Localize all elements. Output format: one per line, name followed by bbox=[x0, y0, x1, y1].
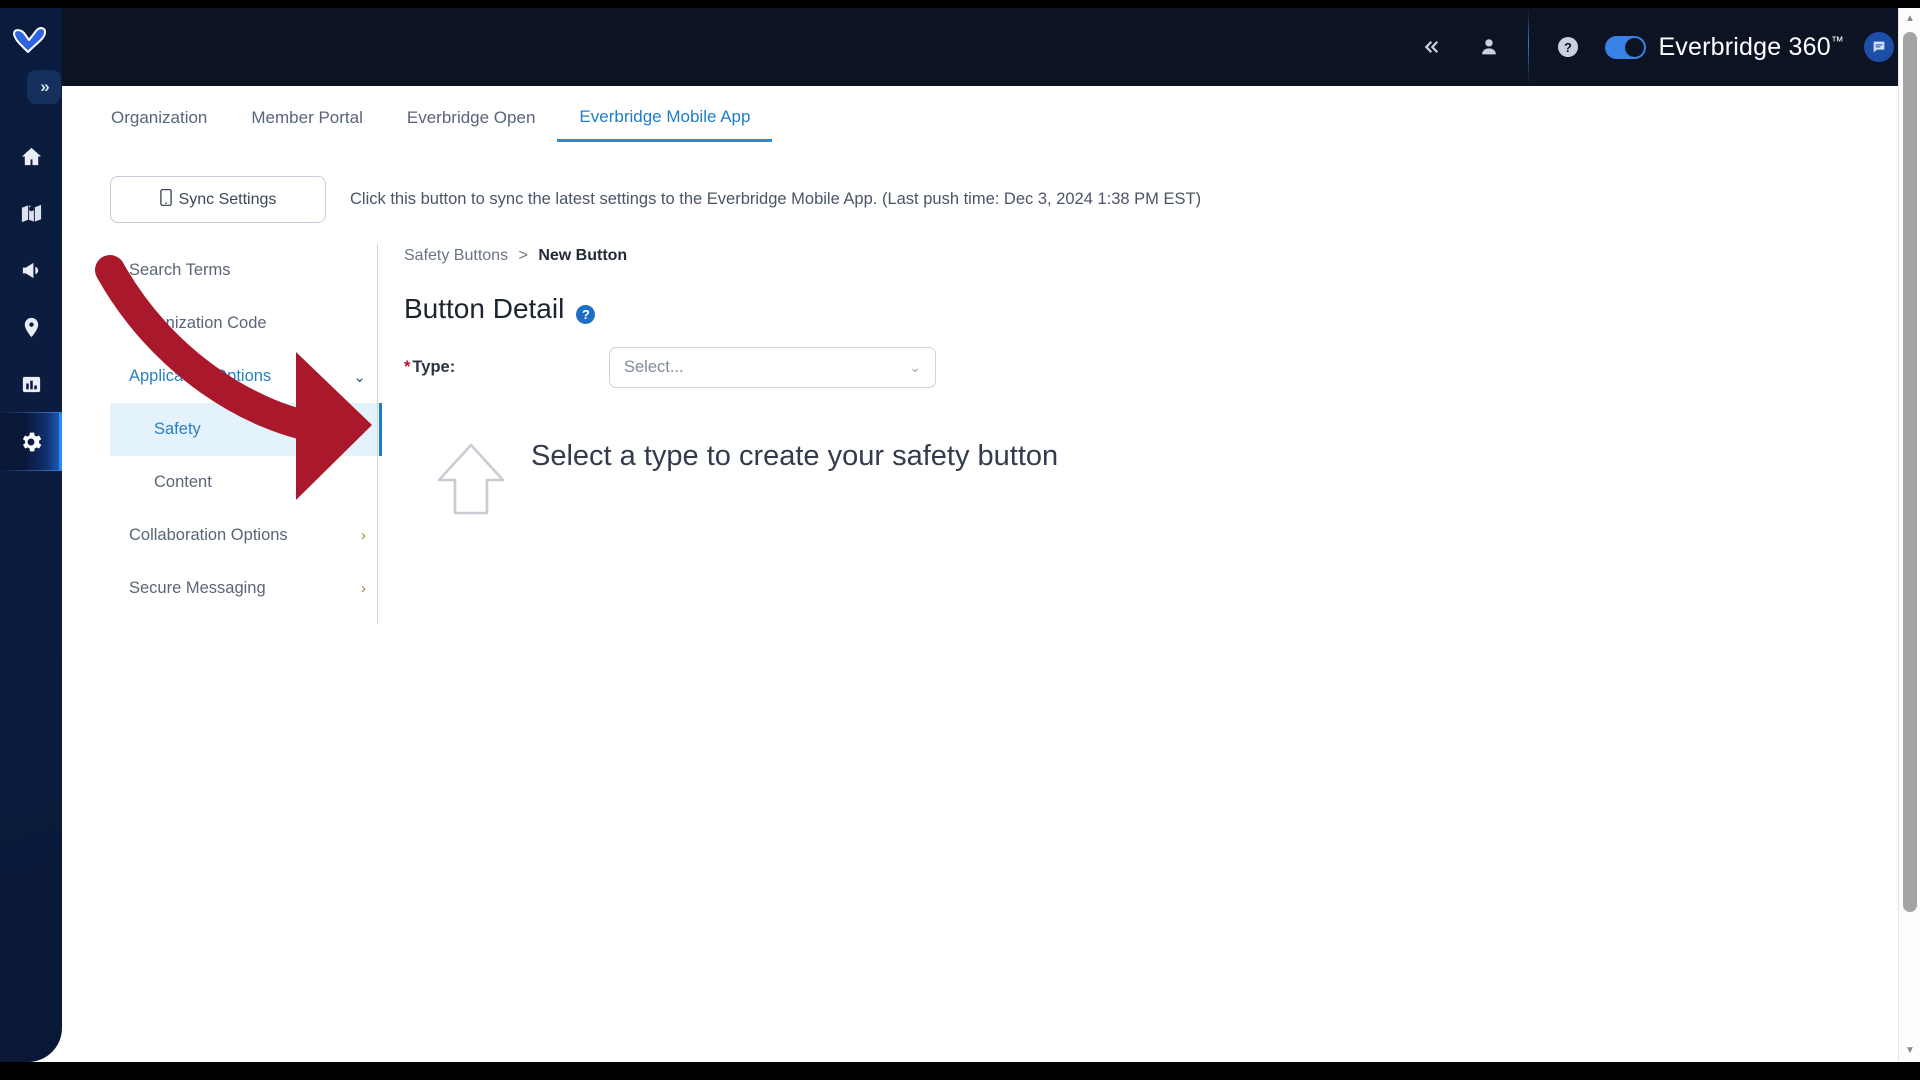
subnav-label: Safety bbox=[154, 420, 201, 438]
svg-text:?: ? bbox=[1564, 40, 1572, 55]
subnav-label: Application Options bbox=[129, 367, 272, 385]
breadcrumb: Safety Buttons > New Button bbox=[404, 244, 1900, 265]
scroll-up-arrow-icon[interactable]: ▲ bbox=[1899, 8, 1920, 28]
sync-settings-button[interactable]: Sync Settings bbox=[110, 176, 326, 223]
app-window: » ? Everbridge 360™ Organization Member … bbox=[0, 0, 1920, 1080]
sync-note-text: Click this button to sync the latest set… bbox=[350, 190, 1202, 208]
gear-icon[interactable] bbox=[0, 412, 62, 471]
window-bottom-border bbox=[0, 1062, 1920, 1080]
subnav-item-collaboration-options[interactable]: Collaboration Options › bbox=[110, 509, 382, 562]
scroll-down-arrow-icon[interactable]: ▼ bbox=[1899, 1040, 1920, 1060]
subnav-item-content[interactable]: Content bbox=[110, 456, 382, 509]
subnav-label: Secure Messaging bbox=[129, 579, 266, 597]
left-icon-rail: » bbox=[0, 8, 62, 1062]
content-column: Safety Buttons > New Button Button Detai… bbox=[404, 244, 1900, 523]
main-page: Organization Member Portal Everbridge Op… bbox=[62, 86, 1900, 1062]
map-icon[interactable] bbox=[0, 185, 62, 242]
type-select-placeholder: Select... bbox=[624, 358, 684, 376]
empty-state-hint-text: Select a type to create your safety butt… bbox=[531, 440, 1059, 472]
breadcrumb-current: New Button bbox=[538, 247, 628, 264]
section-header: Button Detail ? bbox=[404, 293, 1900, 325]
mobile-phone-icon bbox=[159, 188, 172, 211]
help-circle-icon[interactable]: ? bbox=[576, 304, 596, 324]
question-circle-icon[interactable]: ? bbox=[1539, 8, 1597, 86]
home-icon[interactable] bbox=[0, 128, 62, 185]
scrollbar-thumb[interactable] bbox=[1903, 32, 1917, 912]
up-arrow-outline-icon bbox=[435, 440, 507, 523]
chevron-right-icon: › bbox=[361, 580, 366, 597]
chevron-right-icon: › bbox=[361, 527, 366, 544]
settings-subnav: Search Terms Organization Code Applicati… bbox=[110, 244, 382, 615]
chevron-down-icon: ⌄ bbox=[909, 359, 921, 375]
subnav-label: Organization Code bbox=[129, 314, 267, 332]
tab-everbridge-open[interactable]: Everbridge Open bbox=[385, 104, 558, 142]
header-actions: ? Everbridge 360™ bbox=[1402, 8, 1894, 86]
breadcrumb-root[interactable]: Safety Buttons bbox=[404, 247, 508, 264]
chevron-double-left-icon[interactable] bbox=[1402, 8, 1460, 86]
chat-bubble-icon[interactable] bbox=[1864, 32, 1894, 62]
user-icon[interactable] bbox=[1460, 8, 1518, 86]
tab-member-portal[interactable]: Member Portal bbox=[229, 104, 384, 142]
brand-group: Everbridge 360™ bbox=[1597, 32, 1894, 62]
type-label: * Type: bbox=[404, 358, 609, 377]
subnav-item-search-terms[interactable]: Search Terms bbox=[110, 244, 382, 297]
type-select-dropdown[interactable]: Select... ⌄ bbox=[609, 347, 936, 388]
header-divider bbox=[1528, 8, 1530, 86]
settings-body: Search Terms Organization Code Applicati… bbox=[62, 244, 1900, 644]
sync-settings-button-label: Sync Settings bbox=[178, 190, 277, 208]
brand-trademark: ™ bbox=[1830, 33, 1844, 49]
subnav-item-organization-code[interactable]: Organization Code bbox=[110, 297, 382, 350]
rail-icon-list bbox=[0, 128, 62, 471]
everbridge-360-toggle[interactable] bbox=[1605, 35, 1647, 59]
location-pin-icon[interactable] bbox=[0, 299, 62, 356]
subnav-label: Search Terms bbox=[129, 261, 231, 279]
top-header: ? Everbridge 360™ bbox=[0, 8, 1920, 86]
sync-settings-row: Sync Settings Click this button to sync … bbox=[110, 176, 1201, 223]
type-field-row: * Type: Select... ⌄ bbox=[404, 347, 1900, 388]
breadcrumb-separator: > bbox=[518, 247, 528, 264]
brand-label-text: Everbridge 360 bbox=[1658, 32, 1831, 61]
subnav-label: Content bbox=[154, 473, 212, 491]
subnav-item-secure-messaging[interactable]: Secure Messaging › bbox=[110, 562, 382, 615]
brand-label: Everbridge 360™ bbox=[1658, 33, 1844, 62]
chevron-down-icon: ⌄ bbox=[353, 368, 366, 386]
rail-expand-button[interactable]: » bbox=[27, 70, 61, 104]
required-asterisk: * bbox=[404, 358, 411, 376]
subnav-item-safety[interactable]: Safety bbox=[110, 403, 382, 456]
everbridge-logo-mark bbox=[13, 27, 47, 53]
subnav-divider bbox=[377, 244, 378, 624]
subnav-item-application-options[interactable]: Application Options ⌄ bbox=[110, 350, 382, 403]
type-label-text: Type: bbox=[412, 358, 456, 376]
everbridge-logo[interactable] bbox=[9, 20, 49, 62]
page-scrollbar[interactable]: ▲ ▼ bbox=[1898, 8, 1920, 1062]
tab-organization[interactable]: Organization bbox=[111, 104, 229, 142]
empty-state-hint: Select a type to create your safety butt… bbox=[435, 435, 1900, 523]
window-top-border bbox=[0, 0, 1920, 8]
tab-bar: Organization Member Portal Everbridge Op… bbox=[111, 103, 772, 142]
tab-everbridge-mobile-app[interactable]: Everbridge Mobile App bbox=[557, 103, 772, 142]
page-title: Button Detail bbox=[404, 293, 565, 324]
megaphone-icon[interactable] bbox=[0, 242, 62, 299]
subnav-label: Collaboration Options bbox=[129, 526, 288, 544]
bar-chart-icon[interactable] bbox=[0, 356, 62, 413]
